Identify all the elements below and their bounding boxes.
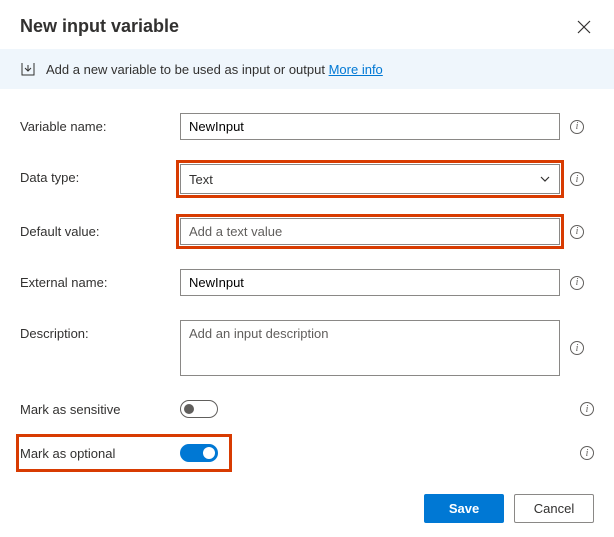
info-icon[interactable]: i [570,276,584,290]
default-value-label: Default value: [20,218,180,239]
external-name-label: External name: [20,269,180,290]
variable-name-label: Variable name: [20,113,180,134]
optional-toggle[interactable] [180,444,218,462]
variable-name-input[interactable] [180,113,560,140]
save-button[interactable]: Save [424,494,504,523]
sensitive-toggle[interactable] [180,400,218,418]
info-icon[interactable]: i [570,225,584,239]
more-info-link[interactable]: More info [329,62,383,77]
info-icon[interactable]: i [580,402,594,416]
optional-label: Mark as optional [20,446,180,461]
close-button[interactable] [574,17,594,37]
data-type-label: Data type: [20,164,180,185]
info-icon[interactable]: i [570,120,584,134]
info-banner: Add a new variable to be used as input o… [0,49,614,89]
dialog-title: New input variable [20,16,179,37]
default-value-input[interactable] [180,218,560,245]
info-icon[interactable]: i [570,341,584,355]
optional-highlight: Mark as optional [20,438,228,468]
info-icon[interactable]: i [580,446,594,460]
data-type-select[interactable]: Text [180,164,560,194]
external-name-input[interactable] [180,269,560,296]
chevron-down-icon [539,173,551,185]
description-label: Description: [20,320,180,341]
sensitive-label: Mark as sensitive [20,402,180,417]
download-icon [20,61,36,77]
cancel-button[interactable]: Cancel [514,494,594,523]
description-input[interactable] [180,320,560,376]
close-icon [577,20,591,34]
info-icon[interactable]: i [570,172,584,186]
data-type-value: Text [189,172,213,187]
banner-text: Add a new variable to be used as input o… [46,62,325,77]
